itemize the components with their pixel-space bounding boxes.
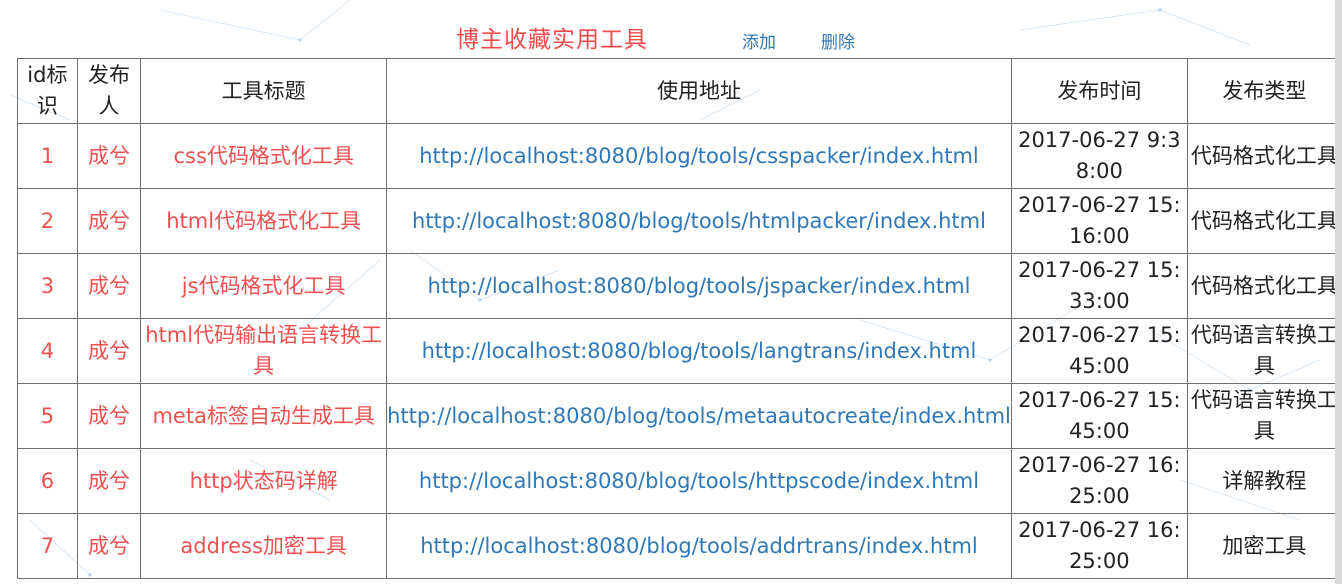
cell-id: 5 [17,383,78,449]
cell-id: 6 [17,448,78,514]
cell-title: css代码格式化工具 [140,123,388,189]
cell-type: 详解教程 [1186,448,1342,514]
table-row: 5 成兮 meta标签自动生成工具 http://localhost:8080/… [17,383,1342,449]
cell-time: 2017-06-27 16:25:00 [1010,448,1188,514]
tools-table: id标识 发布人 工具标题 使用地址 发布时间 发布类型 1 成兮 css代码格… [17,58,1342,579]
cell-title: meta标签自动生成工具 [140,383,388,449]
cell-type: 代码语言转换工具 [1186,383,1342,449]
cell-time: 2017-06-27 15:33:00 [1010,253,1188,319]
cell-title: address加密工具 [140,513,388,579]
column-header-type: 发布类型 [1186,58,1342,124]
table-row: 6 成兮 http状态码详解 http://localhost:8080/blo… [17,448,1342,514]
cell-time: 2017-06-27 15:16:00 [1010,188,1188,254]
cell-type: 加密工具 [1186,513,1342,579]
cell-title: http状态码详解 [140,448,388,514]
cell-type: 代码格式化工具 [1186,188,1342,254]
column-header-id: id标识 [17,58,78,124]
cell-url-link[interactable]: http://localhost:8080/blog/tools/htmlpac… [386,188,1012,254]
table-row: 3 成兮 js代码格式化工具 http://localhost:8080/blo… [17,253,1342,319]
cell-author: 成兮 [76,318,142,384]
cell-title: html代码输出语言转换工具 [140,318,388,384]
delete-link[interactable]: 删除 [821,28,855,53]
cell-url-link[interactable]: http://localhost:8080/blog/tools/langtra… [386,318,1012,384]
column-header-author: 发布人 [76,58,142,124]
column-header-url: 使用地址 [386,58,1012,124]
cell-id: 2 [17,188,78,254]
cell-url-link[interactable]: http://localhost:8080/blog/tools/csspack… [386,123,1012,189]
cell-title: html代码格式化工具 [140,188,388,254]
table-row: 1 成兮 css代码格式化工具 http://localhost:8080/bl… [17,123,1342,189]
cell-title: js代码格式化工具 [140,253,388,319]
page-header: 博主收藏实用工具 添加 删除 [0,0,1342,58]
table-row: 2 成兮 html代码格式化工具 http://localhost:8080/b… [17,188,1342,254]
cell-author: 成兮 [76,513,142,579]
cell-type: 代码语言转换工具 [1186,318,1342,384]
cell-time: 2017-06-27 15:45:00 [1010,318,1188,384]
cell-url-link[interactable]: http://localhost:8080/blog/tools/addrtra… [386,513,1012,579]
cell-type: 代码格式化工具 [1186,123,1342,189]
cell-id: 4 [17,318,78,384]
cell-type: 代码格式化工具 [1186,253,1342,319]
column-header-time: 发布时间 [1010,58,1188,124]
cell-author: 成兮 [76,188,142,254]
add-link[interactable]: 添加 [742,28,776,53]
cell-url-link[interactable]: http://localhost:8080/blog/tools/jspacke… [386,253,1012,319]
page-title: 博主收藏实用工具 [456,27,648,53]
cell-time: 2017-06-27 9:38:00 [1010,123,1188,189]
page-scrollbar-edge[interactable] [1335,0,1342,584]
cell-id: 1 [17,123,78,189]
cell-id: 3 [17,253,78,319]
cell-id: 7 [17,513,78,579]
cell-time: 2017-06-27 15:45:00 [1010,383,1188,449]
cell-author: 成兮 [76,383,142,449]
table-row: 4 成兮 html代码输出语言转换工具 http://localhost:808… [17,318,1342,384]
table-header-row: id标识 发布人 工具标题 使用地址 发布时间 发布类型 [17,58,1342,124]
column-header-title: 工具标题 [140,58,388,124]
cell-author: 成兮 [76,253,142,319]
cell-author: 成兮 [76,123,142,189]
table-row: 7 成兮 address加密工具 http://localhost:8080/b… [17,513,1342,579]
page: 博主收藏实用工具 添加 删除 id标识 发布人 工具标题 使用地址 发布时间 发… [0,0,1342,584]
cell-url-link[interactable]: http://localhost:8080/blog/tools/httpsco… [386,448,1012,514]
cell-author: 成兮 [76,448,142,514]
cell-time: 2017-06-27 16:25:00 [1010,513,1188,579]
cell-url-link[interactable]: http://localhost:8080/blog/tools/metaaut… [386,383,1012,449]
